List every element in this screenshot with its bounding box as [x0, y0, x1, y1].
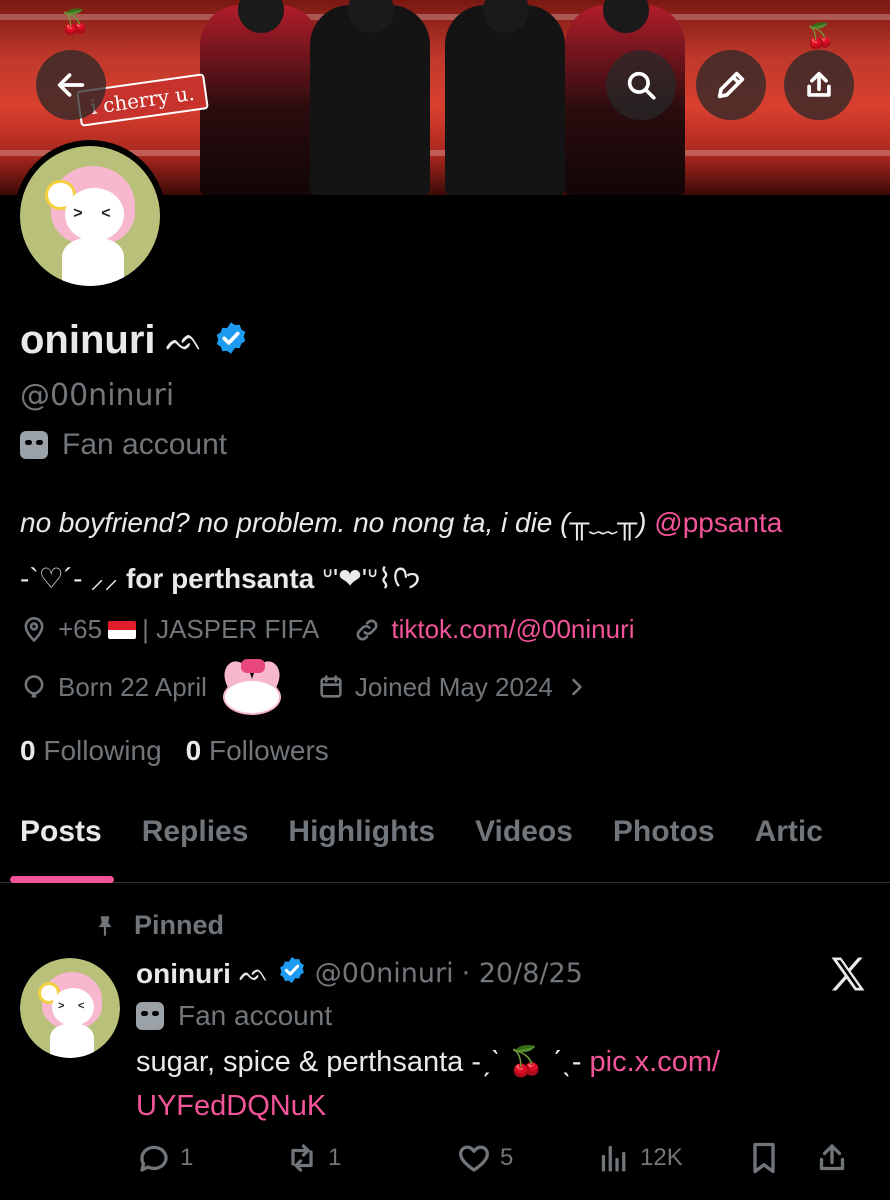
- views-icon: [601, 1145, 626, 1172]
- tab-posts[interactable]: Posts: [0, 805, 122, 883]
- followers-link[interactable]: 0 Followers: [186, 735, 329, 767]
- search-button[interactable]: [606, 50, 676, 120]
- reply-count: 1: [180, 1144, 194, 1171]
- website-link[interactable]: tiktok.com/@00ninuri: [391, 614, 634, 645]
- share-button[interactable]: [784, 50, 854, 120]
- post-share-button[interactable]: [814, 1140, 850, 1176]
- tab-replies[interactable]: Replies: [122, 805, 269, 883]
- search-icon: [627, 71, 656, 100]
- bio-line-2-suffix: ᐡ'❤'ᐡ⌇ᢉ𐭩: [322, 563, 421, 594]
- birthday-text: Born 22 April: [58, 671, 207, 702]
- verified-icon: [279, 956, 304, 984]
- like-count: 5: [500, 1144, 514, 1171]
- banner-figure: [445, 0, 565, 195]
- repost-button[interactable]: 1: [284, 1140, 456, 1176]
- pinned-indicator: Pinned: [92, 910, 224, 941]
- tab-articles[interactable]: Artic: [735, 805, 843, 883]
- post-author-label: Fan account: [136, 1000, 332, 1032]
- profile-bio: no boyfriend? no problem. no nong ta, i …: [20, 495, 880, 607]
- bookmark-icon: [753, 1142, 775, 1174]
- edit-button[interactable]: [696, 50, 766, 120]
- mask-icon: [136, 1002, 164, 1030]
- balloon-icon: [24, 675, 44, 698]
- followers-count: 0: [185, 735, 202, 766]
- post-author-decoration: ᨒ: [238, 959, 269, 987]
- views-button[interactable]: 12K: [596, 1140, 746, 1176]
- bookmark-button[interactable]: [746, 1140, 814, 1176]
- views-count: 12K: [640, 1144, 683, 1171]
- post-author-handle[interactable]: @00ninuri: [315, 958, 454, 989]
- post-body[interactable]: sugar, spice & perthsanta -ˏˋ 🍒 ˊˎ- pic.…: [136, 1040, 856, 1128]
- repost-count: 1: [328, 1144, 342, 1171]
- profile-avatar[interactable]: > <: [14, 140, 166, 292]
- banner-figure: [310, 0, 430, 195]
- profile-tabs: Posts Replies Highlights Videos Photos A…: [0, 805, 890, 883]
- profile-label-text: Fan account: [62, 428, 228, 461]
- profile-meta-row-2: Born 22 April Joined May 2024: [20, 657, 601, 717]
- reply-button[interactable]: 1: [136, 1140, 284, 1176]
- calendar-icon: [320, 675, 342, 698]
- cherry-icon: 🍒: [805, 23, 835, 50]
- link-icon: [356, 619, 378, 640]
- follow-stats: 0 Following 0 Followers: [20, 735, 329, 767]
- x-logo-icon: [831, 957, 865, 991]
- following-count: 0: [20, 735, 36, 766]
- post-header: oninuri ᨒ @00ninuri · 20/8/25: [136, 955, 583, 992]
- following-link[interactable]: 0 Following: [20, 735, 162, 767]
- post-actions: 1 1 5 12K: [136, 1140, 876, 1176]
- banner-figure: [200, 0, 320, 195]
- singapore-flag-icon: [108, 620, 137, 639]
- chevron-right-icon[interactable]: [563, 673, 591, 701]
- pin-icon: [98, 915, 112, 936]
- location-text: +65: [58, 614, 103, 644]
- post-media-link[interactable]: pic.x.com/: [590, 1046, 721, 1078]
- pinned-label: Pinned: [134, 910, 225, 940]
- my-melody-sticker: [207, 657, 297, 717]
- profile-name-row: oninuri ᨒ: [20, 318, 249, 363]
- post-date[interactable]: · 20/8/25: [462, 958, 583, 989]
- profile-meta-row-1: +65 | JASPER FIFA tiktok.com/@00ninuri: [20, 614, 635, 645]
- post-text: sugar, spice & perthsanta -ˏˋ 🍒 ˊˎ-: [136, 1046, 582, 1078]
- bio-line-1: no boyfriend? no problem. no nong ta, i …: [20, 507, 647, 538]
- bio-mention[interactable]: @ppsanta: [654, 507, 782, 538]
- joined-text[interactable]: Joined May 2024: [355, 672, 553, 703]
- post-verified-badge[interactable]: [277, 955, 307, 992]
- cherry-icon: 🍒: [60, 9, 90, 36]
- tab-videos[interactable]: Videos: [455, 805, 593, 883]
- location-suffix: | JASPER FIFA: [142, 614, 320, 644]
- like-button[interactable]: 5: [456, 1140, 596, 1176]
- post-author-name[interactable]: oninuri: [136, 958, 231, 990]
- reply-icon: [140, 1145, 168, 1172]
- post-media-link-cont[interactable]: UYFedDQNuK: [136, 1090, 326, 1122]
- location-icon: [24, 616, 44, 642]
- back-button[interactable]: [36, 50, 106, 120]
- bio-line-2-bold: for perthsanta: [125, 563, 315, 594]
- tab-photos[interactable]: Photos: [593, 805, 735, 883]
- tab-highlights[interactable]: Highlights: [268, 805, 455, 883]
- share-icon: [807, 71, 831, 97]
- mask-icon: [20, 431, 48, 459]
- following-label: Following: [43, 735, 162, 766]
- post-author-label-text: Fan account: [178, 1000, 333, 1031]
- profile-handle: @00ninuri: [20, 378, 175, 413]
- post-author-avatar[interactable]: > <: [20, 958, 120, 1058]
- share-icon: [819, 1144, 845, 1171]
- repost-icon: [291, 1144, 313, 1172]
- followers-label: Followers: [209, 735, 329, 766]
- profile-label[interactable]: Fan account: [20, 428, 227, 462]
- display-name: oninuri: [20, 318, 156, 362]
- banner-stripe: [0, 14, 890, 20]
- verified-badge[interactable]: [213, 320, 249, 361]
- back-arrow-icon: [57, 73, 85, 97]
- pencil-icon: [717, 71, 745, 99]
- verified-icon: [216, 322, 246, 354]
- name-decoration: ᨒ: [165, 323, 203, 357]
- bio-line-2-prefix: -`♡´- ⸝⸝: [20, 563, 119, 594]
- like-icon: [459, 1145, 489, 1172]
